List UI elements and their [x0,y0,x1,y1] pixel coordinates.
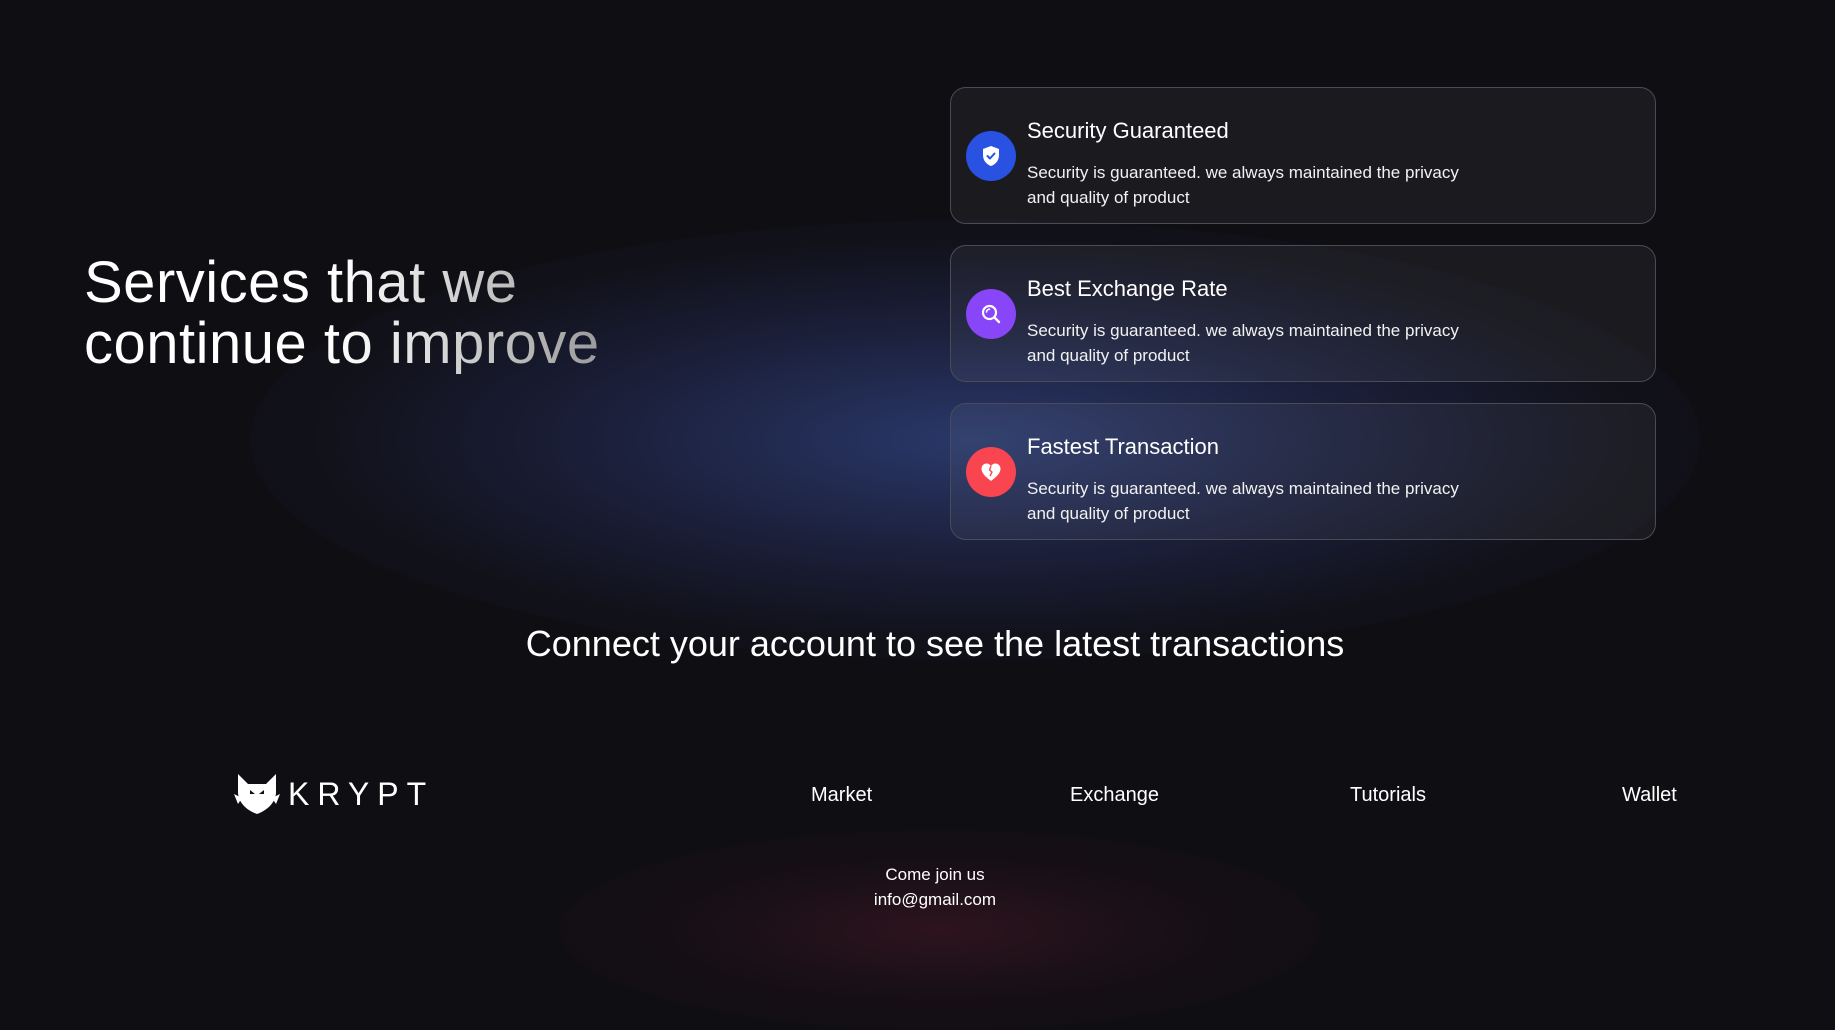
heart-icon [966,447,1016,497]
join-text: Come join us [885,865,985,884]
service-card-title: Security Guaranteed [1027,118,1229,143]
connect-account-prompt: Connect your account to see the latest t… [525,623,1345,664]
footer-contact: Come join us info@gmail.com [0,862,1835,912]
service-card-description: Security is guaranteed. we always mainta… [1027,321,1459,365]
service-card-description: Security is guaranteed. we always mainta… [1027,163,1459,207]
search-icon [966,289,1016,339]
service-card-title: Fastest Transaction [1027,434,1219,459]
shield-check-icon [966,131,1016,181]
service-card-exchange: Best Exchange Rate Security is guarantee… [950,245,1656,382]
footer-link-tutorials[interactable]: Tutorials [1350,783,1426,807]
background-glow-footer [560,830,1320,1030]
logo-text: KRYPT [288,776,435,812]
wolf-logo-icon [234,774,280,814]
services-heading-line2: continue to improve [84,311,600,376]
contact-email[interactable]: info@gmail.com [0,887,1835,912]
footer-link-exchange[interactable]: Exchange [1070,783,1159,807]
footer-link-wallet[interactable]: Wallet [1622,783,1677,807]
service-card-security: Security Guaranteed Security is guarante… [950,87,1656,224]
footer-logo[interactable]: KRYPT [234,772,434,816]
service-card-description: Security is guaranteed. we always mainta… [1027,479,1459,523]
service-card-transaction: Fastest Transaction Security is guarante… [950,403,1656,540]
service-card-title: Best Exchange Rate [1027,276,1228,301]
footer-link-market[interactable]: Market [811,783,872,807]
services-heading: Services that we continue to improve [84,252,644,374]
service-cards: Security Guaranteed Security is guarante… [950,87,1656,561]
services-heading-line1: Services that we [84,250,518,315]
